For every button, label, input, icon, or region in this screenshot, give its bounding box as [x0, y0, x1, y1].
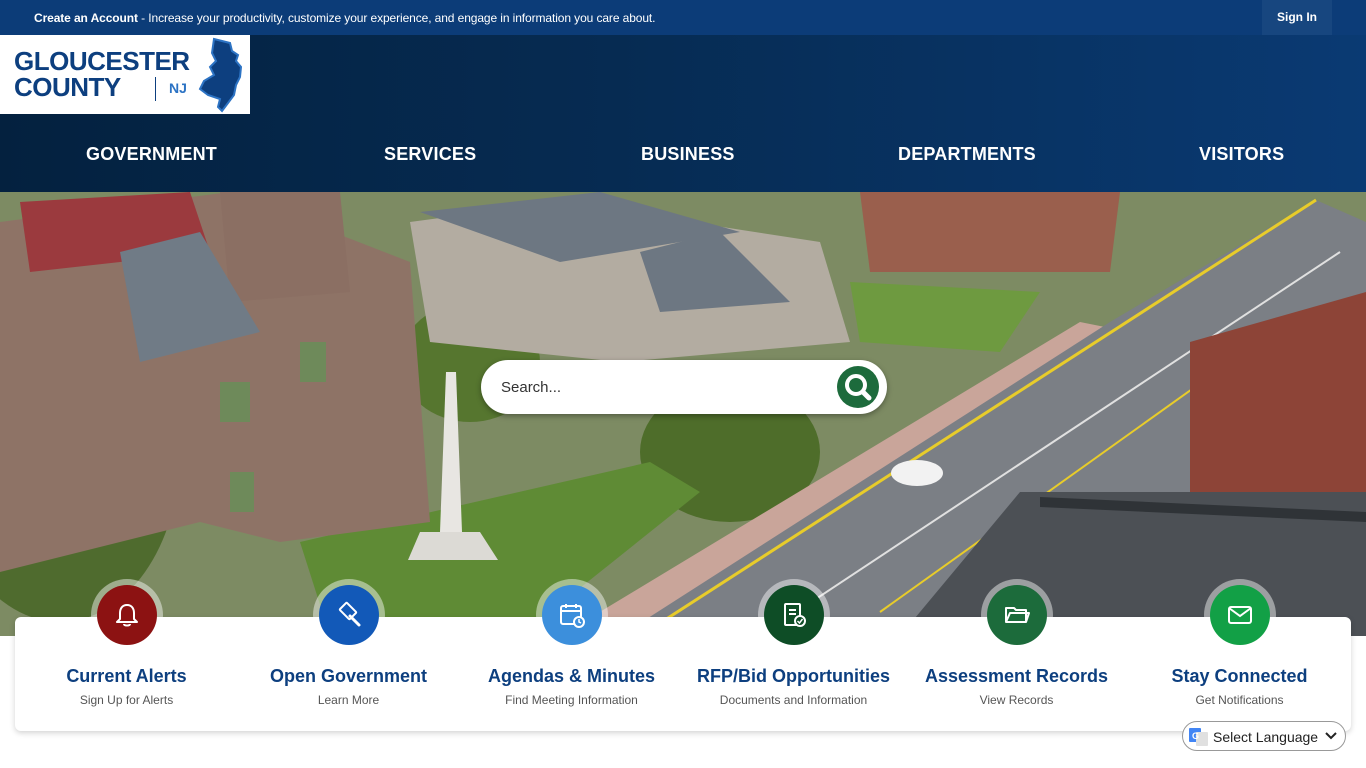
logo-line-1: GLOUCESTER — [14, 46, 190, 76]
sign-in-button[interactable]: Sign In — [1262, 0, 1332, 35]
search-bar — [481, 360, 887, 414]
new-jersey-map-icon — [198, 37, 243, 113]
top-bar: Create an Account - Increase your produc… — [0, 0, 1366, 35]
envelope-icon — [1227, 606, 1252, 624]
quick-link-circle — [541, 585, 602, 645]
quick-link-circle — [1209, 585, 1270, 645]
quick-link-ring — [1203, 579, 1276, 651]
create-account-message[interactable]: Create an Account - Increase your produc… — [34, 11, 655, 25]
hero-photo — [0, 192, 1366, 636]
logo-line-2: COUNTY — [14, 72, 121, 102]
quick-link-stay-connected[interactable]: Stay Connected Get Notifications — [1128, 579, 1351, 731]
calendar-clock-icon — [559, 604, 585, 628]
svg-text:G: G — [1192, 731, 1199, 741]
quick-link-ring — [980, 579, 1053, 651]
nav-visitors[interactable]: VISITORS — [1199, 144, 1284, 165]
quick-link-ring — [757, 579, 830, 651]
search-input[interactable] — [501, 374, 821, 400]
google-translate-icon: G — [1189, 728, 1208, 746]
nav-business[interactable]: BUSINESS — [641, 144, 735, 165]
quick-link-current-alerts[interactable]: Current Alerts Sign Up for Alerts — [15, 579, 238, 731]
search-icon — [845, 374, 872, 401]
quick-link-circle — [318, 585, 379, 645]
quick-link-title: Open Government — [269, 666, 428, 686]
quick-link-subtitle: Learn More — [317, 693, 380, 707]
quick-link-agendas-minutes[interactable]: Agendas & Minutes Find Meeting Informati… — [460, 579, 683, 731]
language-label: Select Language — [1213, 729, 1319, 745]
quick-link-circle — [986, 585, 1047, 645]
quick-link-ring — [90, 579, 163, 651]
county-logo[interactable]: GLOUCESTER COUNTY NJ — [0, 35, 250, 114]
quick-link-subtitle: Sign Up for Alerts — [79, 693, 174, 707]
hero-banner — [0, 192, 1366, 636]
chevron-down-icon — [1325, 732, 1337, 740]
quick-link-rfp-bid[interactable]: RFP/Bid Opportunities Documents and Info… — [682, 579, 905, 731]
folder-icon — [1004, 607, 1030, 623]
nav-services[interactable]: SERVICES — [384, 144, 476, 165]
document-check-icon — [783, 603, 806, 627]
site-header: GLOUCESTER COUNTY NJ GOVERNMENT SERVICES… — [0, 35, 1366, 192]
quick-link-title: Current Alerts — [66, 666, 187, 686]
language-selector[interactable]: G Select Language — [1182, 721, 1346, 751]
quick-link-title: RFP/Bid Opportunities — [697, 666, 890, 686]
quick-link-ring — [535, 579, 608, 651]
quick-link-circle — [96, 585, 157, 645]
logo-state: NJ — [169, 80, 187, 96]
quick-link-circle — [763, 585, 824, 645]
quick-link-subtitle: View Records — [979, 693, 1054, 707]
bell-icon — [115, 604, 138, 627]
quick-link-ring — [312, 579, 385, 651]
create-account-link[interactable]: Create an Account — [34, 11, 138, 25]
quick-link-open-government[interactable]: Open Government Learn More — [237, 579, 460, 731]
quick-link-subtitle: Documents and Information — [719, 693, 868, 707]
nav-departments[interactable]: DEPARTMENTS — [898, 144, 1036, 165]
quick-link-assessment-records[interactable]: Assessment Records View Records — [905, 579, 1128, 731]
gavel-icon — [338, 601, 360, 627]
main-nav: GOVERNMENT SERVICES BUSINESS DEPARTMENTS… — [0, 120, 1366, 192]
logo-divider — [155, 77, 156, 101]
nav-government[interactable]: GOVERNMENT — [86, 144, 217, 165]
quick-link-subtitle: Find Meeting Information — [505, 693, 638, 707]
quick-link-title: Stay Connected — [1171, 666, 1308, 686]
quick-link-subtitle: Get Notifications — [1195, 693, 1284, 707]
quick-link-title: Assessment Records — [924, 666, 1109, 686]
search-button[interactable] — [837, 366, 879, 408]
account-message-text: - Increase your productivity, customize … — [137, 11, 656, 25]
quick-link-title: Agendas & Minutes — [487, 666, 656, 686]
quick-links-panel: Current Alerts Sign Up for Alerts Open G… — [15, 579, 1351, 731]
